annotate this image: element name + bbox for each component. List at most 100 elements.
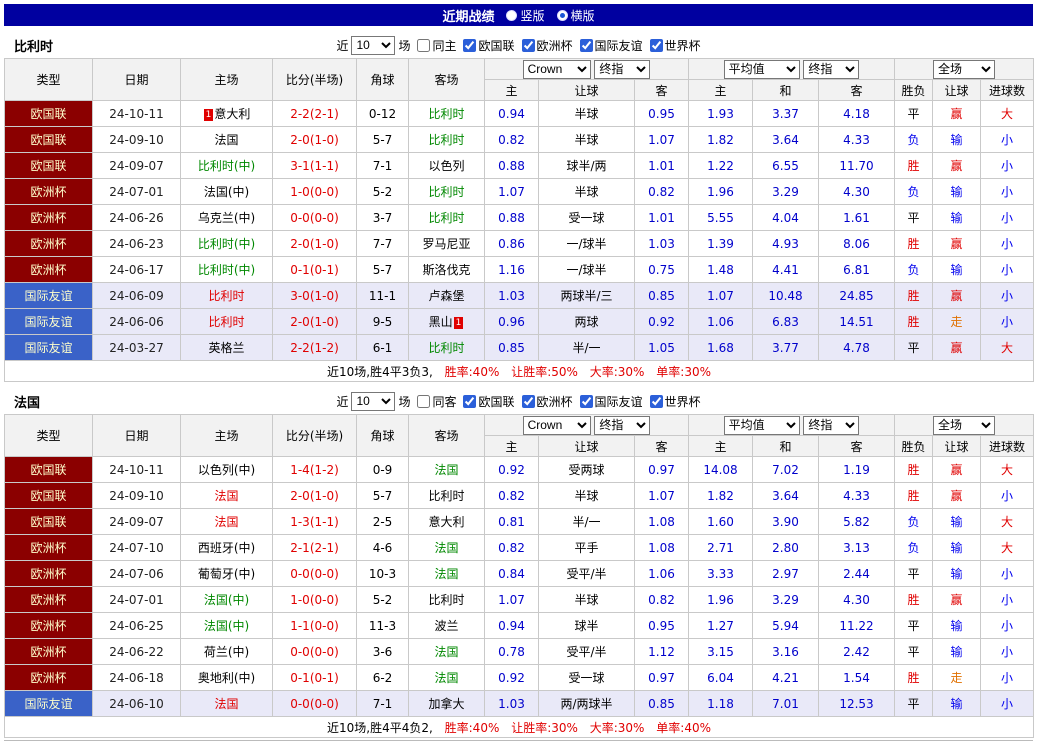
summary-row: 近10场,胜4平4负2, 胜率:40% 让胜率:30% 大率:30% 单率:40… <box>5 717 1034 738</box>
team-name-link[interactable]: 法国 <box>214 697 238 711</box>
team-name-link[interactable]: 法国(中) <box>204 619 249 633</box>
subcol-avg-home: 主 <box>689 436 753 457</box>
handicap-odds-home-cell: 1.16 <box>485 257 539 283</box>
avg-odds-away-cell: 1.61 <box>819 205 895 231</box>
handicap-odds-home-cell: 0.94 <box>485 613 539 639</box>
competition-checkbox-nations-league[interactable] <box>463 39 476 52</box>
team-name-link[interactable]: 比利时 <box>208 289 244 303</box>
team-name-link[interactable]: 法国 <box>434 567 458 581</box>
same-venue-checkbox[interactable] <box>417 39 430 52</box>
bookmaker-select[interactable]: Crown <box>523 60 591 79</box>
team-name-link[interactable]: 以色列 <box>428 159 464 173</box>
col-header-score: 比分(半场) <box>273 59 357 101</box>
team-name-link[interactable]: 加拿大 <box>428 697 464 711</box>
team-name-link[interactable]: 比利时 <box>428 133 464 147</box>
team-name-link[interactable]: 以色列(中) <box>198 463 255 477</box>
handicap-odds-away-cell: 1.08 <box>635 535 689 561</box>
competition-checkbox-world-cup[interactable] <box>650 39 663 52</box>
filter-bar: 近 10 场 同客 欧国联 欧洲杯 国际友谊 世界杯 <box>336 392 700 411</box>
competition-type-cell: 国际友谊 <box>5 309 93 335</box>
team-name-link[interactable]: 比利时(中) <box>198 263 255 277</box>
handicap-line-cell: 球半/两 <box>539 153 635 179</box>
match-date-cell: 24-10-11 <box>93 457 181 483</box>
match-row: 国际友谊24-06-09比利时3-0(1-0)11-1卢森堡1.03两球半/三0… <box>5 283 1034 309</box>
score-cell: 1-1(0-0) <box>273 613 357 639</box>
avg-odds-home-cell: 1.60 <box>689 509 753 535</box>
team-name-link[interactable]: 比利时 <box>428 593 464 607</box>
team-name-link[interactable]: 荷兰(中) <box>204 645 249 659</box>
bookmaker-select[interactable]: Crown <box>523 416 591 435</box>
team-name-link[interactable]: 法国 <box>214 489 238 503</box>
competition-checkbox-euro[interactable] <box>522 39 535 52</box>
competition-checkbox-friendly[interactable] <box>580 39 593 52</box>
team-name-link[interactable]: 比利时(中) <box>198 159 255 173</box>
odds-time-select[interactable]: 终指 <box>594 60 650 79</box>
result-goals-cell: 小 <box>981 639 1034 665</box>
competition-checkbox-nations-league[interactable] <box>463 395 476 408</box>
result-wdl-cell: 胜 <box>895 483 933 509</box>
team-name-link[interactable]: 乌克兰(中) <box>198 211 255 225</box>
result-handicap-cell: 输 <box>933 535 981 561</box>
col-header-score: 比分(半场) <box>273 415 357 457</box>
scope-select[interactable]: 全场 <box>933 416 995 435</box>
corners-cell: 5-2 <box>357 179 409 205</box>
team-name-link[interactable]: 波兰 <box>434 619 458 633</box>
result-wdl-cell: 平 <box>895 205 933 231</box>
vertical-view-radio[interactable] <box>506 10 517 21</box>
average-select[interactable]: 平均值 <box>724 60 800 79</box>
handicap-odds-home-cell: 0.78 <box>485 639 539 665</box>
team-name-link[interactable]: 黑山 <box>429 315 453 329</box>
team-name-link[interactable]: 西班牙(中) <box>198 541 255 555</box>
team-name-link[interactable]: 卢森堡 <box>428 289 464 303</box>
team-name-link[interactable]: 法国 <box>434 645 458 659</box>
team-name-link[interactable]: 法国 <box>434 541 458 555</box>
team-name-link[interactable]: 法国 <box>434 671 458 685</box>
avg-odds-draw-cell: 3.16 <box>753 639 819 665</box>
team-name-link[interactable]: 比利时 <box>428 107 464 121</box>
average-select[interactable]: 平均值 <box>724 416 800 435</box>
team-name-link[interactable]: 比利时 <box>428 185 464 199</box>
handicap-line-cell: 平手 <box>539 535 635 561</box>
competition-type-cell: 欧国联 <box>5 457 93 483</box>
avg-odds-home-cell: 2.71 <box>689 535 753 561</box>
team-name-link[interactable]: 法国 <box>214 515 238 529</box>
team-name-link[interactable]: 英格兰 <box>208 341 244 355</box>
match-count-select[interactable]: 10 <box>351 392 395 411</box>
match-row: 欧国联24-10-11以色列(中)1-4(1-2)0-9法国0.92受两球0.9… <box>5 457 1034 483</box>
team-name-link[interactable]: 法国 <box>434 463 458 477</box>
results-table: 类型 日期 主场 比分(半场) 角球 客场 Crown 终指 平均值 终指 <box>4 58 1034 382</box>
competition-checkbox-friendly[interactable] <box>580 395 593 408</box>
team-name-link[interactable]: 比利时 <box>428 341 464 355</box>
team-name-link[interactable]: 比利时(中) <box>198 237 255 251</box>
team-name-link[interactable]: 葡萄牙(中) <box>198 567 255 581</box>
handicap-odds-home-cell: 0.92 <box>485 665 539 691</box>
team-section-belgium: 比利时 近 10 场 同主 欧国联 欧洲杯 国际友谊 世界杯 类型 <box>4 32 1033 382</box>
odds-time-select[interactable]: 终指 <box>803 416 859 435</box>
team-name-title: 法国 <box>14 392 40 411</box>
competition-checkbox-world-cup[interactable] <box>650 395 663 408</box>
team-name-link[interactable]: 法国 <box>214 133 238 147</box>
same-venue-checkbox[interactable] <box>417 395 430 408</box>
result-goals-cell: 小 <box>981 309 1034 335</box>
scope-select[interactable]: 全场 <box>933 60 995 79</box>
team-name-link[interactable]: 斯洛伐克 <box>422 263 470 277</box>
team-name-link[interactable]: 罗马尼亚 <box>422 237 470 251</box>
team-name-link[interactable]: 意大利 <box>214 107 250 121</box>
match-row: 欧洲杯24-06-22荷兰(中)0-0(0-0)3-6法国0.78受平/半1.1… <box>5 639 1034 665</box>
team-name-link[interactable]: 意大利 <box>428 515 464 529</box>
odds-time-select[interactable]: 终指 <box>803 60 859 79</box>
competition-checkbox-euro[interactable] <box>522 395 535 408</box>
handicap-line-cell: 受一球 <box>539 665 635 691</box>
team-name-link[interactable]: 法国(中) <box>204 593 249 607</box>
match-date-cell: 24-10-11 <box>93 101 181 127</box>
team-name-link[interactable]: 奥地利(中) <box>198 671 255 685</box>
team-name-link[interactable]: 比利时 <box>208 315 244 329</box>
handicap-odds-away-cell: 1.05 <box>635 335 689 361</box>
odds-time-select[interactable]: 终指 <box>594 416 650 435</box>
team-name-link[interactable]: 法国(中) <box>204 185 249 199</box>
team-name-link[interactable]: 比利时 <box>428 211 464 225</box>
subcol-goals: 进球数 <box>981 80 1034 101</box>
match-count-select[interactable]: 10 <box>351 36 395 55</box>
horizontal-view-radio[interactable] <box>557 10 568 21</box>
team-name-link[interactable]: 比利时 <box>428 489 464 503</box>
